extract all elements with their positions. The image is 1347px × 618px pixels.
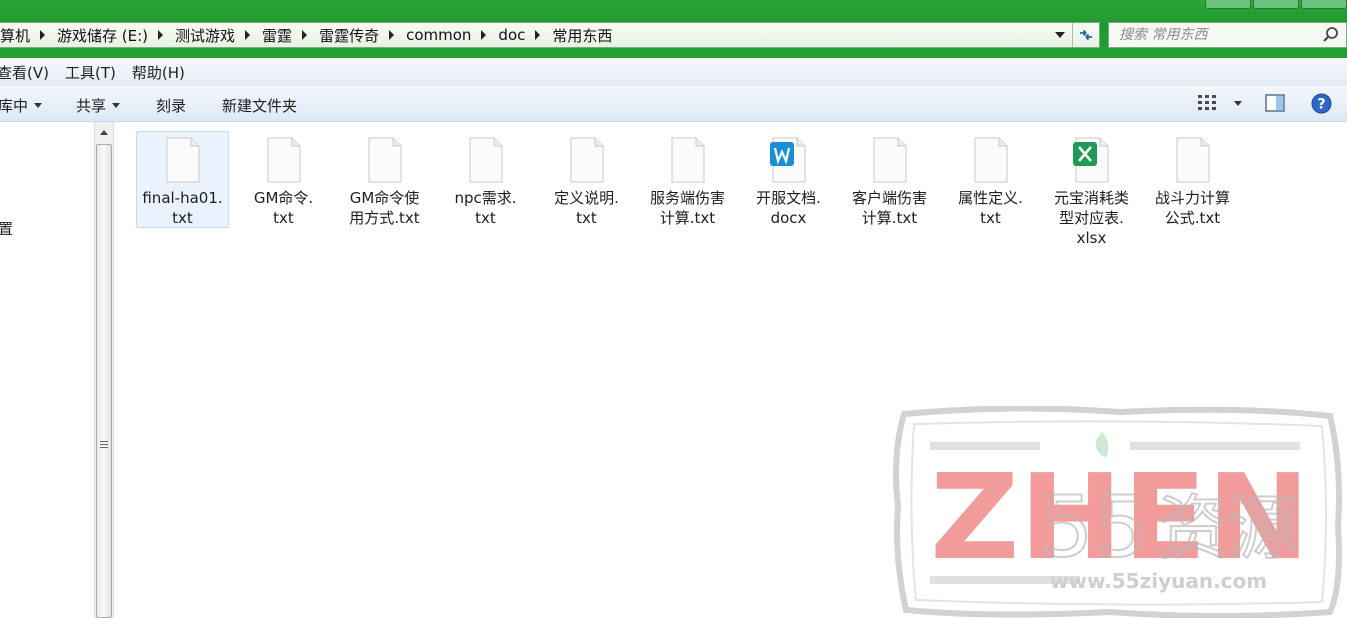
new-folder-label: 新建文件夹 bbox=[222, 97, 298, 115]
text-file-icon bbox=[870, 136, 910, 184]
file-name: final-ha01. txt bbox=[142, 189, 223, 227]
chevron-up-icon bbox=[100, 129, 108, 135]
burn-label: 刻录 bbox=[156, 97, 187, 115]
file-item[interactable]: 战斗力计算 公式.txt bbox=[1146, 131, 1239, 228]
breadcrumb-item[interactable]: 常用东西 bbox=[552, 25, 612, 46]
share-button[interactable]: 共享 bbox=[76, 95, 121, 116]
file-item[interactable]: npc需求. txt bbox=[439, 131, 532, 228]
text-file-icon bbox=[567, 136, 607, 184]
text-file-icon bbox=[365, 136, 405, 184]
breadcrumb-separator-icon[interactable] bbox=[245, 30, 251, 40]
file-item[interactable]: 客户端伤害 计算.txt bbox=[843, 131, 936, 228]
share-label: 共享 bbox=[76, 97, 107, 115]
menu-bar: 查看(V) 工具(T) 帮助(H) bbox=[0, 58, 1347, 86]
window-controls bbox=[1203, 0, 1347, 9]
text-file-icon bbox=[163, 136, 203, 184]
breadcrumb-separator-icon[interactable] bbox=[158, 30, 164, 40]
file-name: 定义说明. txt bbox=[554, 189, 619, 227]
grip-icon bbox=[100, 441, 108, 450]
search-box[interactable] bbox=[1108, 22, 1347, 48]
scroll-thumb[interactable] bbox=[96, 144, 112, 618]
file-name: 服务端伤害 计算.txt bbox=[649, 189, 725, 227]
file-item[interactable]: 元宝消耗类 型对应表. xlsx bbox=[1045, 131, 1138, 247]
text-file-icon bbox=[466, 136, 506, 184]
breadcrumb-item[interactable]: common bbox=[406, 26, 471, 44]
breadcrumb-separator-icon[interactable] bbox=[389, 30, 395, 40]
command-bar: 库中 共享 刻录 新建文件夹 ? bbox=[0, 86, 1347, 122]
refresh-icon bbox=[1080, 29, 1092, 41]
text-file-icon bbox=[264, 136, 304, 184]
svg-text:5: 5 bbox=[1095, 478, 1148, 576]
file-name: 元宝消耗类 型对应表. xlsx bbox=[1053, 189, 1129, 247]
nav-scrollbar[interactable] bbox=[94, 122, 114, 618]
breadcrumb-item[interactable]: 测试游戏 bbox=[175, 25, 235, 46]
svg-text:5: 5 bbox=[1040, 478, 1093, 576]
breadcrumb-separator-icon[interactable] bbox=[302, 30, 308, 40]
breadcrumb-item[interactable]: 雷霆传奇 bbox=[319, 25, 379, 46]
watermark-cn: 资源 bbox=[1158, 487, 1298, 569]
change-view-button[interactable] bbox=[1198, 95, 1242, 111]
menu-view[interactable]: 查看(V) bbox=[0, 62, 49, 83]
text-file-icon bbox=[1173, 136, 1213, 184]
file-name: npc需求. txt bbox=[454, 189, 517, 227]
view-grid-icon bbox=[1198, 95, 1216, 110]
text-file-icon bbox=[971, 136, 1011, 184]
nav-item[interactable]: 置 bbox=[0, 218, 13, 239]
address-bar[interactable]: 算机 游戏储存 (E:) 测试游戏 雷霆 雷霆传奇 common doc 常用东西 bbox=[0, 22, 1100, 48]
file-name: 客户端伤害 计算.txt bbox=[851, 189, 927, 227]
navigation-pane: 置 bbox=[0, 122, 94, 618]
breadcrumb: 算机 游戏储存 (E:) 测试游戏 雷霆 雷霆传奇 common doc 常用东西 bbox=[0, 25, 612, 46]
breadcrumb-item[interactable]: 算机 bbox=[0, 25, 30, 46]
text-file-icon bbox=[668, 136, 708, 184]
svg-text:?: ? bbox=[1317, 97, 1325, 113]
menu-tools[interactable]: 工具(T) bbox=[65, 62, 116, 83]
include-in-library-label: 库中 bbox=[0, 97, 29, 115]
menu-help[interactable]: 帮助(H) bbox=[132, 62, 185, 83]
breadcrumb-item[interactable]: 游戏储存 (E:) bbox=[57, 25, 148, 46]
watermark-logo: ZHEN 5 5 资源 www.55ziyuan.com bbox=[893, 406, 1342, 618]
breadcrumb-separator-icon[interactable] bbox=[535, 30, 541, 40]
file-item[interactable]: 服务端伤害 计算.txt bbox=[641, 131, 734, 228]
help-icon: ? bbox=[1311, 93, 1332, 114]
file-item[interactable]: GM命令使 用方式.txt bbox=[338, 131, 431, 228]
file-item[interactable]: 开服文档. docx bbox=[742, 131, 835, 228]
close-button[interactable] bbox=[1301, 0, 1347, 9]
file-name: 属性定义. txt bbox=[958, 189, 1023, 227]
chevron-down-icon bbox=[112, 103, 121, 108]
excel-spreadsheet-icon bbox=[1072, 136, 1112, 184]
breadcrumb-item[interactable]: 雷霆 bbox=[262, 25, 292, 46]
file-name: 战斗力计算 公式.txt bbox=[1154, 189, 1230, 227]
title-bar: 算机 游戏储存 (E:) 测试游戏 雷霆 雷霆传奇 common doc 常用东西 bbox=[0, 0, 1347, 58]
refresh-button[interactable] bbox=[1072, 23, 1099, 47]
watermark-url: www.55ziyuan.com bbox=[1050, 569, 1267, 593]
file-item[interactable]: GM命令. txt bbox=[237, 131, 330, 228]
search-input[interactable] bbox=[1117, 26, 1321, 44]
address-history-dropdown[interactable] bbox=[1050, 23, 1070, 47]
file-item[interactable]: final-ha01. txt bbox=[136, 131, 229, 228]
preview-pane-icon bbox=[1265, 94, 1285, 112]
chevron-down-icon bbox=[1055, 32, 1065, 38]
file-item[interactable]: 属性定义. txt bbox=[944, 131, 1037, 228]
minimize-button[interactable] bbox=[1205, 0, 1251, 9]
new-folder-button[interactable]: 新建文件夹 bbox=[222, 95, 297, 116]
breadcrumb-item[interactable]: doc bbox=[498, 26, 525, 44]
breadcrumb-separator-icon[interactable] bbox=[481, 30, 487, 40]
burn-button[interactable]: 刻录 bbox=[156, 95, 186, 116]
chevron-down-icon bbox=[34, 103, 43, 108]
breadcrumb-separator-icon[interactable] bbox=[40, 30, 46, 40]
file-name: 开服文档. docx bbox=[756, 189, 821, 227]
scroll-up-button[interactable] bbox=[95, 122, 113, 142]
file-name: GM命令. txt bbox=[253, 189, 314, 227]
word-document-icon bbox=[769, 136, 809, 184]
file-item[interactable]: 定义说明. txt bbox=[540, 131, 633, 228]
maximize-button[interactable] bbox=[1253, 0, 1299, 9]
preview-pane-button[interactable] bbox=[1265, 94, 1285, 116]
search-icon[interactable] bbox=[1322, 26, 1340, 44]
include-in-library-button[interactable]: 库中 bbox=[0, 95, 43, 116]
help-button[interactable]: ? bbox=[1311, 93, 1332, 118]
file-name: GM命令使 用方式.txt bbox=[349, 189, 420, 227]
chevron-down-icon[interactable] bbox=[1234, 100, 1242, 106]
